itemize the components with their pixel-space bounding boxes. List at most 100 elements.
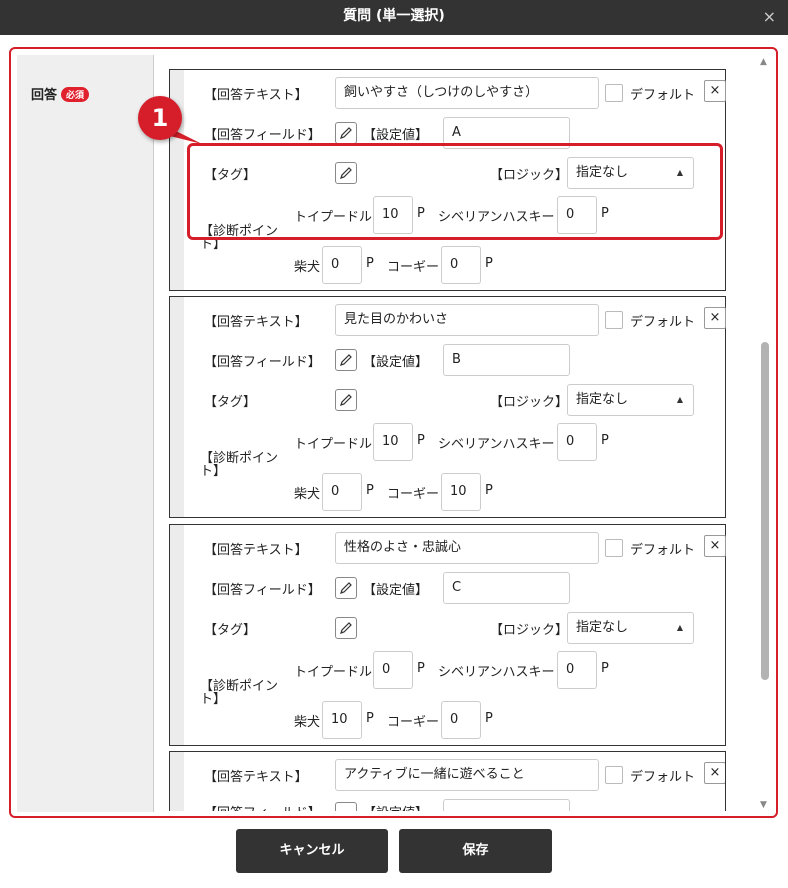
tag-label: 【タグ】 [204, 623, 257, 638]
pencil-icon [340, 582, 352, 594]
corgi-points-input[interactable]: 0 [441, 246, 481, 284]
delete-answer-button[interactable]: × [704, 762, 725, 784]
shiba-points-input[interactable]: 0 [322, 473, 362, 511]
point-unit: P [366, 483, 374, 498]
answer-field-label: 【回答フィールド】 [204, 355, 321, 370]
close-icon: × [709, 83, 721, 98]
answer-text-label: 【回答テキスト】 [204, 770, 308, 785]
answer-card: 【回答テキスト】 見た目のかわいさ デフォルト × 【回答フィールド】 【設定値… [169, 296, 726, 518]
logic-select[interactable]: 指定なし ▲▼ [567, 612, 694, 644]
point-unit: P [485, 483, 493, 498]
default-label: デフォルト [630, 543, 696, 558]
corgi-points-input[interactable]: 10 [441, 473, 481, 511]
logic-select-value: 指定なし [576, 620, 629, 635]
edit-field-button[interactable] [335, 577, 357, 599]
edit-field-button[interactable] [335, 122, 357, 144]
scroll-down-icon[interactable]: ▼ [760, 800, 767, 810]
shiba-points-input[interactable]: 0 [322, 246, 362, 284]
setting-value-label: 【設定値】 [363, 583, 429, 598]
corgi-points-input[interactable]: 0 [441, 701, 481, 739]
answer-text-input[interactable]: 飼いやすさ（しつけのしやすさ） [335, 77, 599, 109]
diagnosis-label-line2: ト】 [200, 692, 227, 707]
pencil-icon [340, 394, 352, 406]
close-icon[interactable]: × [763, 0, 776, 33]
default-checkbox[interactable] [605, 311, 623, 329]
card-stripe [170, 525, 184, 745]
field-label-text: 回答 [31, 88, 58, 103]
shiba-label: 柴犬 [294, 487, 321, 502]
setting-value-label: 【設定値】 [363, 802, 428, 811]
edit-field-button[interactable] [335, 349, 357, 371]
point-unit: P [417, 433, 425, 448]
point-unit: P [366, 711, 374, 726]
field-label-column: 回答 必須 [17, 55, 154, 812]
husky-points-input[interactable]: 0 [557, 423, 597, 461]
delete-answer-button[interactable]: × [704, 307, 726, 329]
card-stripe [170, 297, 184, 517]
shiba-label: 柴犬 [294, 715, 321, 730]
diagnosis-label: 【診断ポイン ト】 [200, 452, 278, 478]
close-icon: × [709, 765, 721, 780]
pencil-icon [340, 127, 352, 139]
select-arrows-icon: ▲▼ [676, 623, 683, 632]
step-number-badge: 1 [138, 96, 182, 140]
scrollbar-thumb[interactable] [761, 342, 769, 680]
poodle-points-input[interactable]: 0 [373, 651, 413, 689]
shiba-label: 柴犬 [294, 260, 321, 275]
default-checkbox[interactable] [605, 84, 623, 102]
logic-select-value: 指定なし [576, 392, 629, 407]
setting-value-input[interactable]: B [443, 344, 570, 376]
logic-select[interactable]: 指定なし ▲▼ [567, 384, 694, 416]
logic-label: 【ロジック】 [490, 395, 569, 410]
delete-answer-button[interactable]: × [704, 535, 726, 557]
default-checkbox[interactable] [605, 766, 623, 784]
scroll-up-icon[interactable]: ▲ [760, 57, 767, 67]
poodle-label: トイプードル [294, 437, 373, 452]
setting-value-label: 【設定値】 [363, 355, 429, 370]
field-label: 回答 必須 [31, 84, 90, 103]
poodle-points-input[interactable]: 10 [373, 423, 413, 461]
dialog-title: 質問 (単一選択) [343, 8, 445, 24]
cancel-button[interactable]: キャンセル [236, 829, 388, 873]
dialog-title-bar: 質問 (単一選択) × [0, 0, 788, 35]
husky-label: シベリアンハスキー [438, 437, 555, 452]
answer-text-label: 【回答テキスト】 [204, 543, 308, 558]
point-unit: P [485, 711, 493, 726]
select-arrows-icon: ▲▼ [676, 395, 683, 404]
required-badge: 必須 [61, 87, 90, 102]
highlight-callout [187, 143, 723, 240]
diagnosis-label-line2: ト】 [200, 464, 227, 479]
poodle-label: トイプードル [294, 665, 373, 680]
husky-label: シベリアンハスキー [438, 665, 555, 680]
edit-tag-button[interactable] [335, 617, 357, 639]
shiba-points-input[interactable]: 10 [322, 701, 362, 739]
answer-card: 【回答テキスト】 性格のよさ・忠誠心 デフォルト × 【回答フィールド】 【設定… [169, 524, 726, 746]
default-label: デフォルト [630, 88, 696, 103]
tag-label: 【タグ】 [204, 395, 257, 410]
default-label: デフォルト [630, 315, 696, 330]
answer-field-label: 【回答フィールド】 [204, 128, 321, 143]
husky-points-input[interactable]: 0 [557, 651, 597, 689]
save-button[interactable]: 保存 [399, 829, 552, 873]
diagnosis-label: 【診断ポイン ト】 [200, 680, 278, 706]
answer-text-input[interactable]: 見た目のかわいさ [335, 304, 599, 336]
point-unit: P [601, 661, 609, 676]
default-checkbox[interactable] [605, 539, 623, 557]
answer-field-label: 【回答フィールド】 [204, 583, 321, 598]
edit-field-button[interactable] [335, 802, 357, 811]
setting-value-input[interactable]: C [443, 572, 570, 604]
close-icon: × [709, 538, 721, 553]
answer-text-label: 【回答テキスト】 [204, 315, 308, 330]
edit-tag-button[interactable] [335, 389, 357, 411]
corgi-label: コーギー [387, 487, 440, 502]
scrollbar[interactable]: ▲ ▼ [758, 55, 772, 812]
logic-label: 【ロジック】 [490, 623, 569, 638]
delete-answer-button[interactable]: × [704, 80, 726, 102]
answer-text-input[interactable]: アクティブに一緒に遊べること [335, 759, 599, 791]
card-stripe [170, 752, 184, 811]
answer-text-input[interactable]: 性格のよさ・忠誠心 [335, 532, 599, 564]
setting-value-input[interactable] [443, 799, 570, 811]
pencil-icon [340, 354, 352, 366]
close-icon: × [709, 310, 721, 325]
answer-text-label: 【回答テキスト】 [204, 88, 308, 103]
